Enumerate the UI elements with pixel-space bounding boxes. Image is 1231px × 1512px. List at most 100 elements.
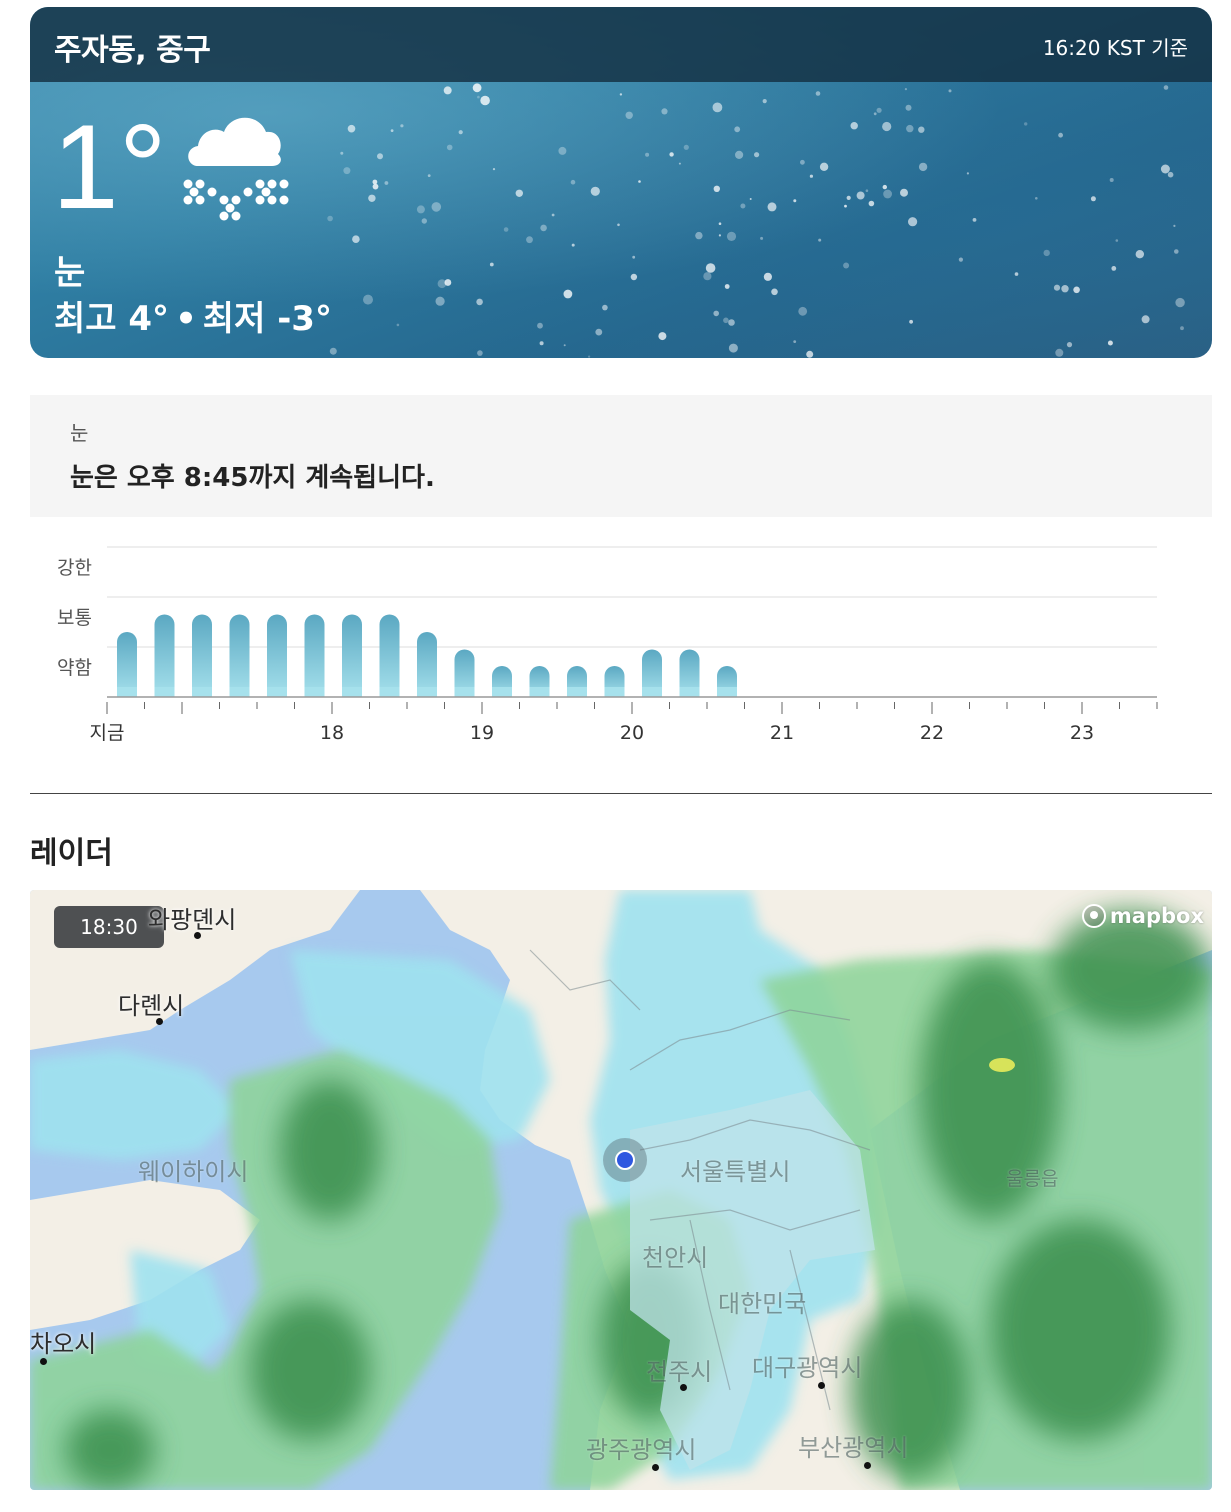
snowflake	[713, 185, 720, 192]
snowflake	[882, 184, 887, 190]
snowflake	[918, 162, 928, 172]
snowflake	[1107, 340, 1113, 346]
snowflake	[695, 231, 703, 240]
radar-map[interactable]: 18:30 mapbox 와팡뎬시 다롄시 웨이하이시 차오시 서울특별시 천안…	[30, 890, 1212, 1490]
snowflake	[477, 95, 480, 99]
y-level-label: 강한	[57, 557, 92, 579]
snowflake	[760, 236, 764, 240]
snowflake	[754, 152, 760, 158]
separator-dot: •	[175, 299, 197, 339]
snowflake	[723, 317, 729, 324]
snowflake	[446, 144, 453, 151]
low-temperature: 최저 -3°	[202, 299, 332, 339]
precip-bar-base	[417, 687, 437, 697]
location-bar: 주자동, 중구 16:20 KST 기준	[30, 7, 1212, 82]
snowflake	[400, 124, 404, 128]
precip-bar-base	[267, 687, 287, 697]
precip-bar-base	[379, 687, 400, 697]
precip-bar	[192, 614, 212, 697]
snowflake	[638, 180, 641, 183]
snowflake	[718, 234, 722, 237]
snowflake	[632, 255, 636, 259]
precip-bar-base	[192, 687, 212, 697]
precip-bar-base	[229, 687, 250, 697]
snowflake	[762, 99, 767, 104]
x-tick-label: 22	[920, 722, 944, 744]
snowflake	[396, 323, 400, 327]
precip-bar	[342, 614, 362, 697]
precipitation-type: 눈	[70, 421, 89, 445]
snowflake	[539, 341, 544, 346]
snowflake	[767, 202, 777, 212]
snowflake	[918, 126, 925, 133]
snowflake	[443, 86, 452, 95]
snowflake	[713, 310, 719, 317]
snowflake	[1073, 286, 1080, 294]
precip-bar-base	[454, 687, 475, 697]
snowflake	[1066, 342, 1073, 348]
snowflake	[734, 126, 741, 133]
snowflake	[703, 272, 712, 281]
city-dot	[680, 1384, 687, 1391]
as-of-timestamp: 16:20 KST 기준	[1042, 36, 1188, 60]
snowflake	[846, 195, 851, 200]
snowflake	[876, 107, 882, 113]
place-korea: 대한민국	[718, 1290, 807, 1318]
current-location-marker[interactable]	[603, 1138, 647, 1182]
snowflake	[724, 284, 730, 289]
snowflake	[1160, 164, 1170, 174]
snowflake	[458, 130, 463, 135]
precip-bar-base	[642, 687, 662, 697]
snowflake	[563, 289, 573, 299]
snow-cloud-icon	[183, 117, 289, 221]
snowflake	[340, 151, 344, 155]
snowflake	[712, 102, 723, 113]
snowflake	[958, 257, 964, 262]
snowflake	[809, 174, 814, 178]
snowflake	[1167, 171, 1174, 178]
snowflake	[705, 263, 716, 273]
condition-text: 눈	[54, 253, 86, 293]
snowflake	[427, 174, 431, 178]
snowflake	[718, 222, 722, 225]
mapbox-attribution[interactable]: mapbox	[1081, 904, 1204, 928]
snowflake	[571, 243, 575, 247]
snowflake	[868, 200, 875, 207]
snowflake	[602, 304, 608, 311]
snowflake	[798, 306, 808, 316]
snowflake	[372, 179, 378, 185]
precip-bar	[304, 614, 325, 697]
x-tick-label: 지금	[90, 722, 125, 744]
precip-bar	[379, 614, 400, 697]
snowflake	[771, 288, 778, 296]
snowflake	[492, 168, 496, 171]
precip-bar-base	[529, 687, 550, 697]
snowflake	[421, 218, 427, 224]
snowflake	[503, 227, 509, 232]
snowflake	[1024, 122, 1028, 126]
snowflake	[972, 218, 977, 222]
snowflake	[908, 217, 918, 227]
place-ulleung: 울릉읍	[1006, 1168, 1059, 1190]
snowflake	[377, 153, 383, 160]
snowflake	[1173, 224, 1176, 227]
snowflake	[966, 172, 970, 175]
snowflake	[1090, 196, 1096, 202]
snowflake	[793, 199, 797, 203]
snowflake	[390, 129, 394, 132]
snowflake	[537, 322, 543, 329]
precip-bar-base	[117, 687, 137, 697]
snowflake	[740, 203, 746, 209]
snowflake	[948, 89, 952, 93]
snowflake	[343, 167, 351, 175]
x-tick-label: 19	[470, 722, 494, 744]
precip-bar	[229, 614, 250, 697]
snowflake	[904, 88, 908, 91]
snowflake	[444, 279, 452, 286]
snowflake	[1115, 239, 1119, 242]
snowflake	[477, 350, 483, 356]
snowflake	[1109, 178, 1114, 182]
snowflake	[749, 198, 752, 200]
snowflake	[1053, 284, 1061, 291]
precipitation-summary: 눈은 오후 8:45까지 계속됩니다.	[70, 463, 435, 493]
